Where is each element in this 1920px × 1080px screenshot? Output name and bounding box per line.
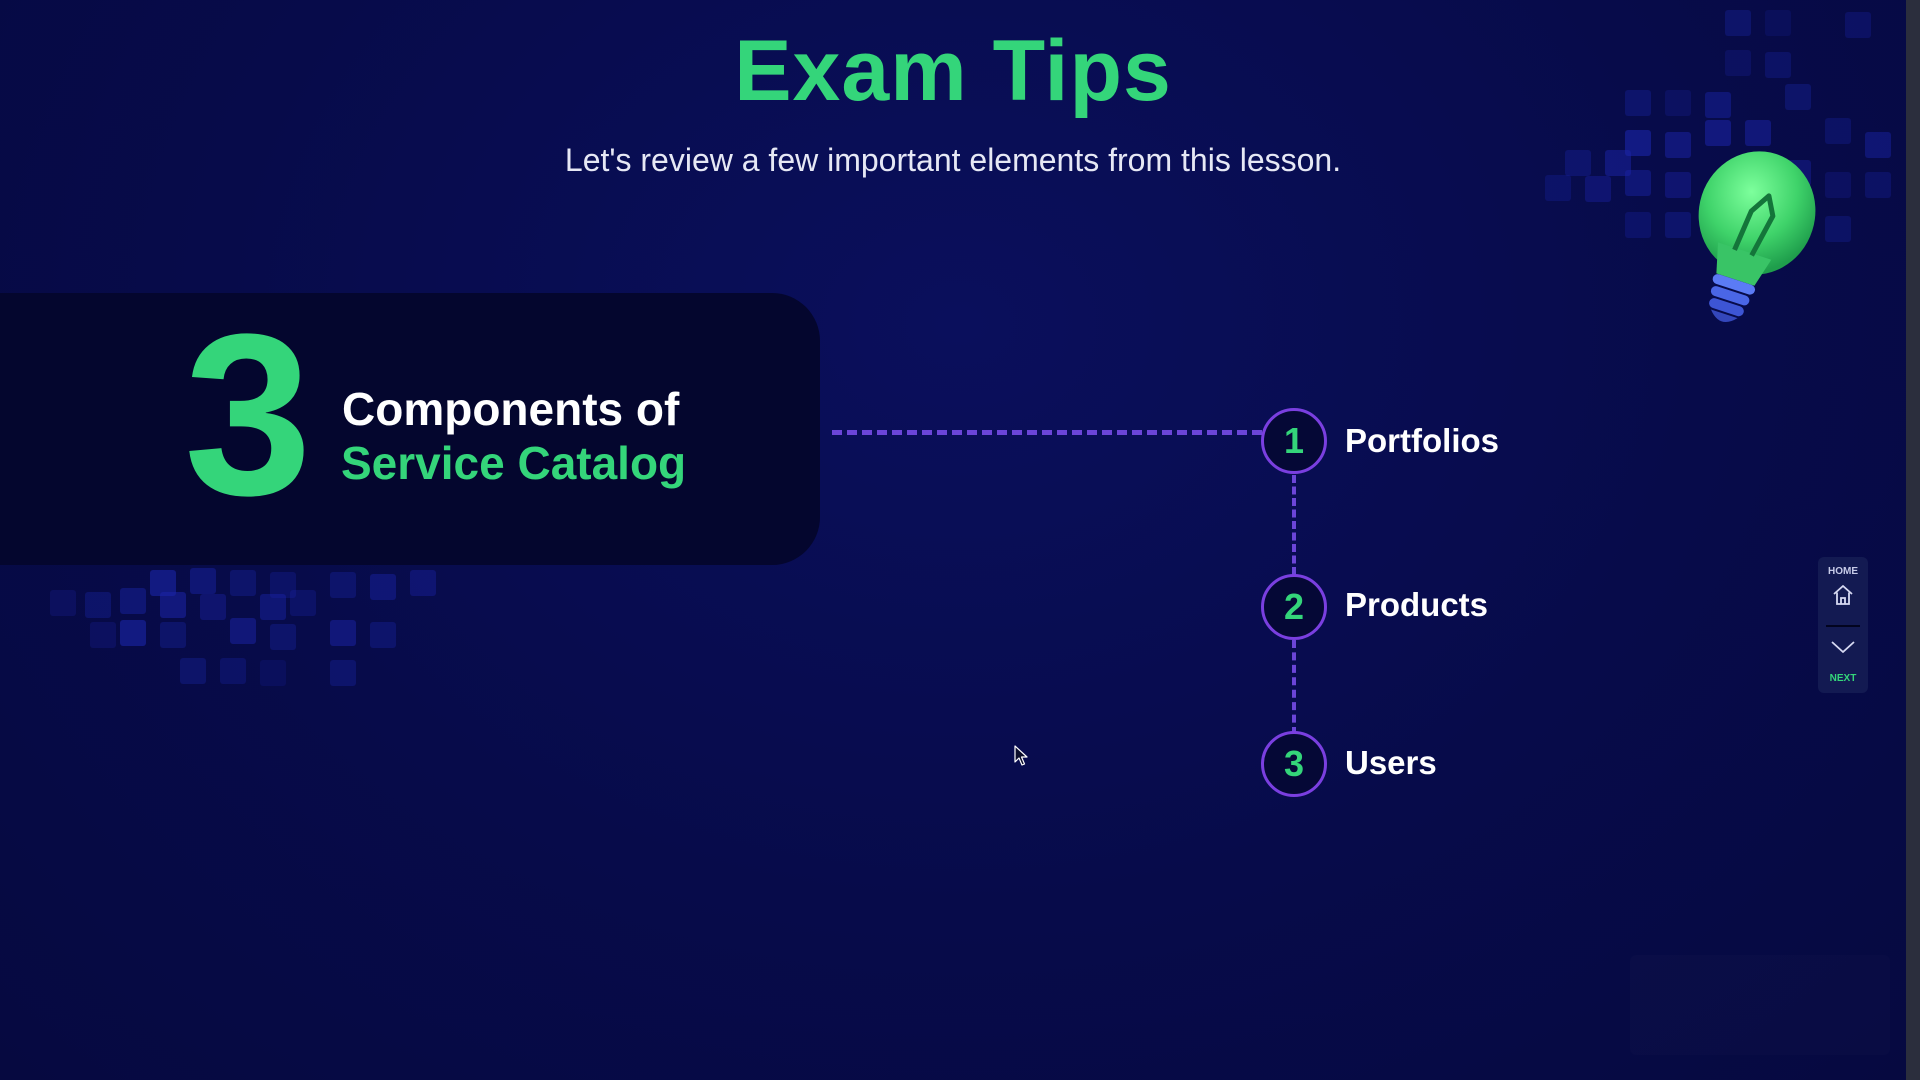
- step-number-circle: 3: [1261, 731, 1327, 797]
- components-count: 3: [184, 286, 312, 543]
- nav-divider: [1826, 625, 1860, 627]
- step-number-circle: 1: [1261, 408, 1327, 474]
- step-label-portfolios: Portfolios: [1345, 422, 1499, 459]
- panel-heading-line2: Service Catalog: [341, 437, 687, 489]
- step-label-users: Users: [1345, 744, 1437, 781]
- home-icon[interactable]: [1831, 583, 1855, 607]
- step-number-circle: 2: [1261, 574, 1327, 640]
- slide-stage: Exam Tips Let's review a few important e…: [0, 0, 1920, 1080]
- slide-navigation: HOME NEXT: [1818, 557, 1868, 693]
- panel-heading-line1: Components of: [342, 383, 680, 435]
- connector-vertical-1: [1292, 475, 1296, 575]
- faint-overlay-area: [1630, 955, 1890, 1055]
- chevron-down-icon[interactable]: [1830, 637, 1856, 657]
- connector-vertical-2: [1292, 640, 1296, 735]
- lightbulb-icon: [1698, 151, 1816, 323]
- mouse-cursor-icon: [1014, 745, 1028, 766]
- slide-subtitle: Let's review a few important elements fr…: [564, 142, 1342, 178]
- step-label-products: Products: [1345, 586, 1489, 623]
- window-edge-strip: [1906, 0, 1920, 1080]
- slide-title: Exam Tips: [734, 23, 1172, 119]
- connector-horizontal: [832, 430, 1262, 435]
- next-label[interactable]: NEXT: [1818, 673, 1868, 684]
- decorative-pixels-bottom-left: [30, 560, 450, 690]
- home-label[interactable]: HOME: [1818, 566, 1868, 577]
